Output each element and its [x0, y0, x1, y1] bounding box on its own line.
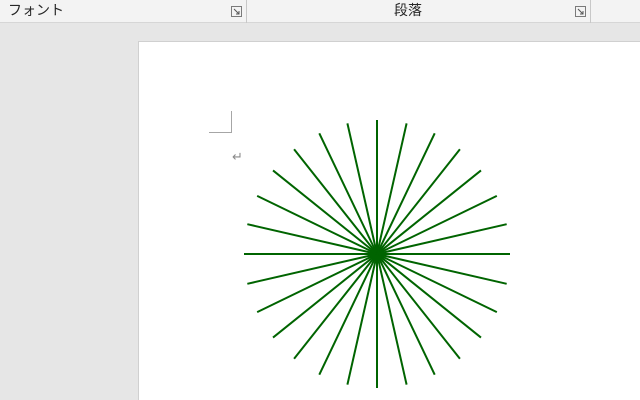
- paragraph-group-label: 段落: [394, 3, 422, 19]
- starburst-shape[interactable]: [240, 118, 516, 390]
- paragraph-dialog-launcher-icon[interactable]: [575, 6, 586, 17]
- ribbon-group-font: フォント: [0, 0, 247, 23]
- starburst-ray: [318, 132, 378, 255]
- font-group-label: フォント: [8, 3, 64, 19]
- starburst-ray: [376, 253, 436, 376]
- font-dialog-launcher-icon[interactable]: [231, 6, 242, 17]
- starburst-ray: [318, 253, 378, 376]
- ribbon-group-paragraph: 段落: [247, 0, 591, 23]
- ribbon-bar: フォント 段落: [0, 0, 640, 23]
- document-canvas-background: [0, 23, 138, 400]
- starburst-ray: [376, 132, 436, 255]
- text-margin-corner-mark: [209, 111, 232, 133]
